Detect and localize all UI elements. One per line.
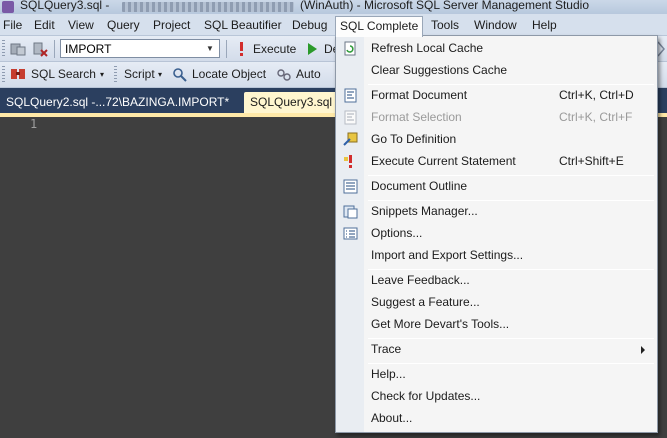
menu-item-label: About... <box>371 411 413 425</box>
menu-item-label: Format Document <box>371 88 468 102</box>
menu-item-check-for-updates[interactable]: Check for Updates... <box>336 386 657 408</box>
menu-item-format-document[interactable]: Format Document Ctrl+K, Ctrl+D <box>336 85 657 107</box>
menu-item-label: Help... <box>371 367 406 381</box>
change-connection-icon[interactable] <box>32 41 48 57</box>
menu-item-label: Document Outline <box>371 179 468 193</box>
menu-bar: File Edit View Query Project SQL Beautif… <box>0 14 667 37</box>
format-document-icon <box>344 88 357 103</box>
menu-item-about[interactable]: About... <box>336 408 657 430</box>
debug-play-icon[interactable] <box>304 41 320 57</box>
menu-view[interactable]: View <box>68 17 94 34</box>
execute-icon[interactable] <box>234 41 250 57</box>
menu-item-label: Import and Export Settings... <box>371 248 524 262</box>
menu-project[interactable]: Project <box>153 17 190 34</box>
menu-item-help[interactable]: Help... <box>336 364 657 386</box>
menu-window[interactable]: Window <box>474 17 517 34</box>
menu-item-shortcut: Ctrl+K, Ctrl+F <box>559 110 633 124</box>
line-number: 1 <box>30 117 38 131</box>
menu-item-document-outline[interactable]: Document Outline <box>336 176 657 198</box>
snippets-manager-icon <box>343 205 358 219</box>
menu-item-get-more-devart-tools[interactable]: Get More Devart's Tools... <box>336 314 657 336</box>
menu-item-options[interactable]: Options... <box>336 223 657 245</box>
tab-sqlquery2[interactable]: SQLQuery2.sql -...72\BAZINGA.IMPORT* <box>0 92 235 113</box>
toolbar-separator <box>54 40 55 58</box>
tab-sqlquery3[interactable]: SQLQuery3.sql - <box>244 92 338 113</box>
connect-icon[interactable] <box>10 41 26 57</box>
menu-item-label: Check for Updates... <box>371 389 481 403</box>
toolbar-separator <box>226 40 227 58</box>
execute-button[interactable]: Execute <box>253 42 296 56</box>
window-title-filename: SQLQuery3.sql - <box>20 0 110 12</box>
menu-item-label: Go To Definition <box>371 132 457 146</box>
sql-search-icon[interactable] <box>10 66 26 82</box>
auto-icon[interactable] <box>276 67 292 83</box>
toolbar-grip[interactable] <box>2 40 5 57</box>
menu-item-suggest-feature[interactable]: Suggest a Feature... <box>336 292 657 314</box>
menu-item-label: Trace <box>371 342 402 356</box>
database-select-value: IMPORT <box>65 42 112 56</box>
menu-edit[interactable]: Edit <box>34 17 55 34</box>
sql-search-options-chevron-icon[interactable]: ▾ <box>100 70 104 79</box>
menu-item-execute-current-statement[interactable]: Execute Current Statement Ctrl+Shift+E <box>336 151 657 173</box>
menu-query[interactable]: Query <box>107 17 140 34</box>
script-button[interactable]: Script <box>124 67 155 81</box>
menu-item-label: Execute Current Statement <box>371 154 516 168</box>
menu-item-clear-suggestions-cache[interactable]: Clear Suggestions Cache <box>336 60 657 82</box>
ssms-app-icon <box>2 1 14 13</box>
menu-help[interactable]: Help <box>532 17 557 34</box>
menu-item-shortcut: Ctrl+K, Ctrl+D <box>559 88 634 102</box>
window-title-app: (WinAuth) - Microsoft SQL Server Managem… <box>300 0 589 12</box>
redacted-server-name <box>122 2 294 12</box>
document-outline-icon <box>343 179 358 194</box>
locate-object-icon[interactable] <box>172 67 188 83</box>
format-selection-icon <box>344 110 357 125</box>
chevron-down-icon[interactable]: ▼ <box>203 41 217 56</box>
menu-item-label: Options... <box>371 226 423 240</box>
go-to-definition-icon <box>343 132 358 146</box>
menu-tools[interactable]: Tools <box>431 17 459 34</box>
menu-sql-beautifier[interactable]: SQL Beautifier <box>204 17 282 34</box>
auto-button[interactable]: Auto <box>296 67 321 81</box>
menu-item-go-to-definition[interactable]: Go To Definition <box>336 129 657 151</box>
menu-item-label: Clear Suggestions Cache <box>371 63 508 77</box>
submenu-arrow-icon <box>641 346 645 354</box>
menu-item-label: Get More Devart's Tools... <box>371 317 510 331</box>
options-icon <box>343 227 358 240</box>
menu-item-snippets-manager[interactable]: Snippets Manager... <box>336 201 657 223</box>
menu-item-label: Suggest a Feature... <box>371 295 480 309</box>
refresh-cache-icon <box>344 41 356 56</box>
menu-item-refresh-local-cache[interactable]: Refresh Local Cache <box>336 38 657 60</box>
locate-object-button[interactable]: Locate Object <box>192 67 266 81</box>
menu-debug[interactable]: Debug <box>292 17 327 34</box>
menu-item-format-selection[interactable]: Format Selection Ctrl+K, Ctrl+F <box>336 107 657 129</box>
menu-item-label: Refresh Local Cache <box>371 41 484 55</box>
toolbar-grip[interactable] <box>2 66 5 83</box>
menu-item-shortcut: Ctrl+Shift+E <box>559 154 624 168</box>
script-dropdown-chevron-icon[interactable]: ▾ <box>158 70 162 79</box>
execute-statement-icon <box>344 155 352 168</box>
sql-search-button[interactable]: SQL Search <box>31 67 96 81</box>
toolbar-grip[interactable] <box>114 66 117 83</box>
menu-item-trace[interactable]: Trace <box>336 339 657 361</box>
sql-complete-menu: Refresh Local Cache Clear Suggestions Ca… <box>335 35 658 433</box>
menu-item-label: Leave Feedback... <box>371 273 470 287</box>
menu-item-label: Format Selection <box>371 110 462 124</box>
menu-item-leave-feedback[interactable]: Leave Feedback... <box>336 270 657 292</box>
title-bar: SQLQuery3.sql - (WinAuth) - Microsoft SQ… <box>0 0 667 14</box>
menu-sql-complete[interactable]: SQL Complete <box>335 16 424 37</box>
database-select[interactable]: IMPORT ▼ <box>60 39 220 58</box>
menu-item-import-export-settings[interactable]: Import and Export Settings... <box>336 245 657 267</box>
menu-file[interactable]: File <box>3 17 22 34</box>
menu-item-label: Snippets Manager... <box>371 204 478 218</box>
